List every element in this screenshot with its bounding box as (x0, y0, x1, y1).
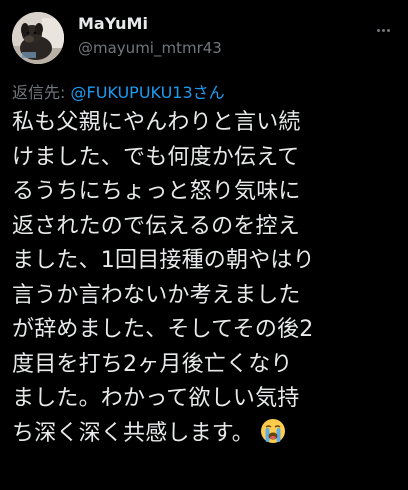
tweet-body-last-line: ち深く深く共感します。 (12, 417, 402, 456)
tweet-body: 私も父親にやんわりと言い続 けました、でも何度か伝えて るうちにちょっと怒り気味… (12, 106, 402, 455)
reply-to-line: 返信先: @FUKUPUKU13さん (12, 82, 225, 104)
reply-to-label: 返信先: (12, 83, 71, 102)
loudly-crying-face-icon (260, 418, 286, 456)
more-dot (386, 28, 390, 32)
tweet-body-line: ち深く深く共感します。 (12, 420, 255, 446)
tweet-body-line: 度目を打ち2ヶ月後亡くなり (12, 351, 293, 377)
avatar[interactable] (12, 12, 64, 64)
tweet-body-line: るうちにちょっと怒り気味に (12, 179, 301, 204)
author-handle[interactable]: @mayumi_mtmr43 (78, 37, 222, 59)
tweet-body-line: ました。わかって欲しい気持 (12, 386, 300, 411)
tweet: MaYuMi @mayumi_mtmr43 返信先: @FUKUPUKU13さん… (0, 0, 408, 490)
reply-to-mention[interactable]: @FUKUPUKU13さん (70, 83, 224, 102)
tweet-header: MaYuMi @mayumi_mtmr43 (12, 10, 396, 66)
more-options-icon[interactable] (372, 20, 394, 40)
tweet-body-line: 私も父親にやんわりと言い続 (12, 110, 301, 135)
more-dot (381, 28, 385, 32)
author-display-name[interactable]: MaYuMi (78, 14, 222, 34)
tweet-body-line: 返されたので伝えるのを控え (12, 213, 300, 239)
more-dot (376, 28, 380, 32)
tweet-body-line: けました、でも何度か伝えて (12, 144, 300, 170)
tweet-body-line: が辞めました、そしてその後2 (12, 317, 314, 342)
tweet-body-line: 言うか言わないか考えました (12, 282, 301, 308)
author-names: MaYuMi @mayumi_mtmr43 (78, 14, 222, 59)
tweet-body-line: ました、1回目接種の朝やはり (12, 248, 315, 273)
